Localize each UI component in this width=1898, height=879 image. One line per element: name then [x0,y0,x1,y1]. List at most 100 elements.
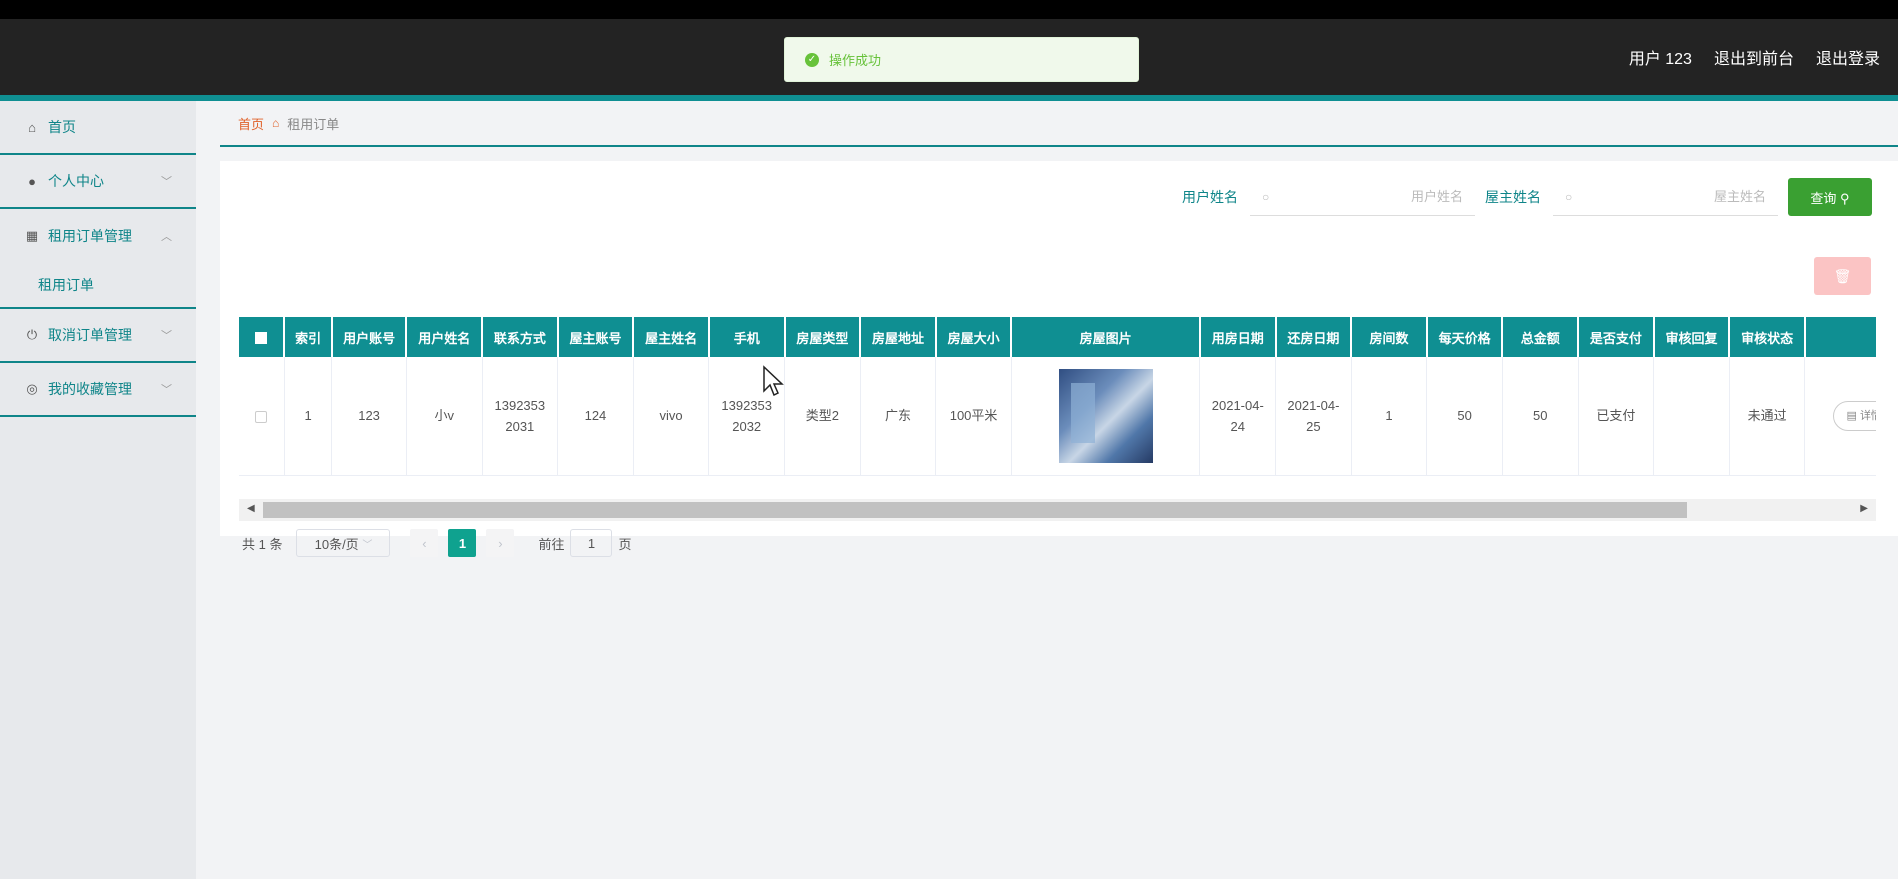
order-panel: 用户姓名 ○ 屋主姓名 ○ 查询 ⚲ 🗑 [220,161,1898,557]
column-header: 屋主账号 [557,317,635,357]
column-header: 房屋大小 [935,317,1013,357]
chevron-down-icon: ﹀ [161,330,172,342]
sidebar-item-cancel-orders[interactable]: ⏻ 取消订单管理 ﹀ [0,309,196,363]
sidebar: ⌂ 首页 ● 个人中心 ﹀ ▦ 租用订单管理 ︿ 租用订单 ⏻ 取消订单管理 ﹀… [0,101,196,879]
sidebar-subitem-rental-order[interactable]: 租用订单 [0,263,196,309]
trash-icon: 🗑 [1833,267,1852,284]
cell-review-reply [1653,357,1730,476]
cell-end-date-text: 2021-04-25 [1287,397,1340,434]
query-button-label: 查询 [1810,190,1837,206]
search-icon: ○ [1565,189,1573,204]
back-to-front-link[interactable]: 退出到前台 [1714,45,1794,69]
goto-page-input[interactable]: 1 [570,529,613,557]
user-name-field: ○ [1250,178,1475,216]
owner-name-input[interactable] [1572,189,1766,204]
cell-contact-text: 13923532031 [494,397,546,434]
main-content: 首页 ⌂ 租用订单 用户姓名 ○ 屋主姓名 ○ 查询 ⚲ 🗑 [220,101,1898,879]
search-bar: 用户姓名 ○ 屋主姓名 ○ 查询 ⚲ [1182,177,1898,217]
success-toast: ✓ 操作成功 [784,37,1139,82]
search-icon: ○ [1262,189,1270,204]
column-header: 是否支付 [1578,317,1655,357]
sidebar-item-home[interactable]: ⌂ 首页 [0,101,196,155]
cell-contact: 13923532031 [482,357,559,476]
cell-end-date: 2021-04-25 [1275,357,1352,476]
page-size-value: 10条/页 [314,536,359,552]
page-unit-label: 页 [618,536,632,552]
sidebar-item-label: 取消订单管理 [48,327,132,343]
cell-total: 50 [1502,357,1579,476]
house-image[interactable] [1058,368,1153,463]
logout-link[interactable]: 退出登录 [1816,45,1880,69]
grid-icon: ▦ [25,228,39,243]
chevron-down-icon: ﹀ [161,384,172,396]
cell-actions: ▤ 详情 [1804,357,1876,476]
user-name-label: 用户姓名 [1182,189,1238,205]
column-header: 房屋地址 [860,317,937,357]
column-header: 还房日期 [1275,317,1353,357]
detail-button[interactable]: ▤ 详情 [1833,400,1876,431]
select-all-header[interactable] [239,317,286,357]
column-header: 审核状态 [1729,317,1806,357]
query-button[interactable]: 查询 ⚲ [1788,178,1872,216]
user-name-input[interactable] [1269,189,1463,204]
sidebar-item-label: 个人中心 [48,173,104,189]
cell-paid: 已支付 [1578,357,1655,476]
sidebar-item-personal-center[interactable]: ● 个人中心 ﹀ [0,155,196,209]
chevron-down-icon: ﹀ [362,539,373,551]
home-icon: ⌂ [28,119,36,135]
column-header: 联系方式 [482,317,559,357]
prev-page-button[interactable]: ‹ [410,529,439,557]
owner-name-field: ○ [1553,178,1778,216]
actions-header [1804,317,1876,357]
sidebar-item-favorites[interactable]: ◎ 我的收藏管理 ﹀ [0,363,196,417]
scroll-right-icon[interactable]: ▶ [1860,503,1868,514]
compass-icon: ◎ [26,381,38,396]
search-icon: ⚲ [1840,190,1850,206]
column-header: 房间数 [1351,317,1428,357]
select-all-checkbox[interactable] [255,332,268,345]
cell-rooms: 1 [1351,357,1428,476]
document-icon: ▤ [1846,409,1857,422]
mouse-cursor-icon [763,365,784,397]
total-count: 共 1 条 [242,536,283,552]
cell-owner-account: 124 [557,357,634,476]
scroll-left-icon[interactable]: ◀ [247,503,255,514]
column-header: 房屋图片 [1011,317,1201,357]
breadcrumb-home[interactable]: 首页 [238,114,264,133]
row-checkbox-cell[interactable] [239,357,285,476]
power-icon: ⏻ [26,327,38,342]
breadcrumb: 首页 ⌂ 租用订单 [220,101,1898,147]
row-checkbox[interactable] [255,410,268,423]
breadcrumb-current: 租用订单 [287,116,340,132]
column-header: 索引 [284,317,333,357]
table-header-row: 索引 用户账号 用户姓名 联系方式 屋主账号 屋主姓名 手机 房屋类型 房屋地址… [239,317,1876,357]
horizontal-scrollbar[interactable]: ◀ ▶ [239,499,1876,521]
page-size-select[interactable]: 10条/页 ﹀ [296,529,391,557]
cell-index: 1 [284,357,333,476]
toast-text: 操作成功 [829,53,882,68]
scrollbar-thumb[interactable] [263,502,1687,518]
chevron-left-icon: ‹ [422,535,427,551]
page-number-button[interactable]: 1 [448,529,477,557]
check-circle-icon: ✓ [805,52,819,67]
cell-start-date: 2021-04-24 [1199,357,1277,476]
table-row: 1 123 小v 13923532031 124 vivo 1392353203… [239,357,1876,476]
orders-table: 索引 用户账号 用户姓名 联系方式 屋主账号 屋主姓名 手机 房屋类型 房屋地址… [239,317,1876,499]
cell-house-image [1011,357,1201,476]
cell-review-status: 未通过 [1729,357,1806,476]
next-page-button[interactable]: › [486,529,515,557]
user-links: 用户 123 退出到前台 退出登录 [1629,45,1880,69]
top-header: ✓ 操作成功 用户 123 退出到前台 退出登录 [0,19,1898,95]
chevron-down-icon: ﹀ [161,176,172,188]
column-header: 房屋类型 [784,317,862,357]
cell-start-date-text: 2021-04-24 [1211,397,1264,434]
delete-button[interactable]: 🗑 [1814,257,1871,295]
column-header: 每天价格 [1426,317,1504,357]
sidebar-item-label: 租用订单管理 [48,228,132,244]
column-header: 审核回复 [1653,317,1731,357]
column-header: 用户账号 [331,317,408,357]
chevron-up-icon: ︿ [161,231,172,243]
sidebar-item-rental-orders[interactable]: ▦ 租用订单管理 ︿ [0,209,196,263]
goto-label: 前往 [538,536,565,552]
cell-user-name: 小v [406,357,483,476]
